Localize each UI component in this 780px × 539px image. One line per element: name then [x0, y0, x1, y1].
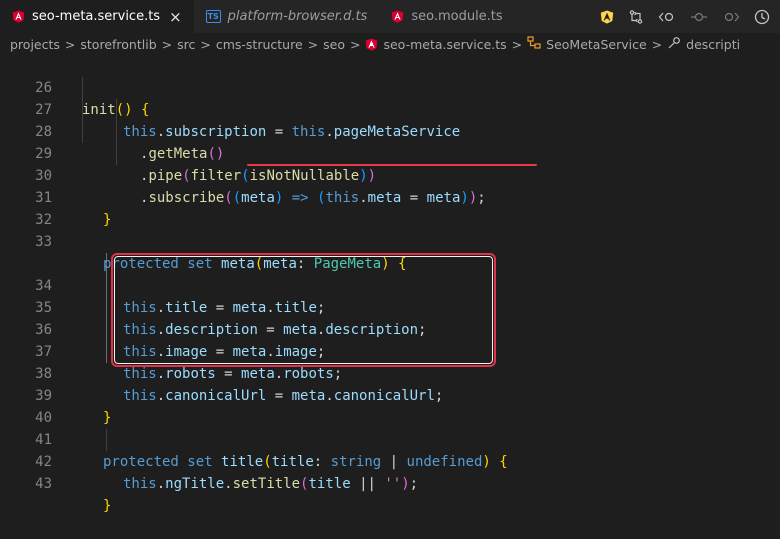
- timeline-icon[interactable]: [754, 9, 770, 25]
- code-line: 27 this.subscription = this.pageMetaServ…: [0, 77, 780, 140]
- editor-actions: [586, 0, 780, 33]
- code-line: 37 this.robots = meta.robots;: [0, 319, 780, 382]
- code-line: 41 protected set title(title: string | u…: [0, 407, 780, 470]
- code-text: }: [103, 498, 112, 514]
- breadcrumb-item-class[interactable]: SeoMetaService: [527, 36, 647, 52]
- code-token: ngTitle: [165, 476, 225, 492]
- breadcrumb-item-projects[interactable]: projects: [10, 37, 60, 52]
- code-line: 31 }: [0, 165, 780, 228]
- code-line: 36 this.image = meta.image;: [0, 297, 780, 360]
- tab-label: platform-browser.d.ts: [227, 9, 368, 24]
- code-line: 35 this.description = meta.description;: [0, 275, 780, 338]
- breadcrumb-separator: >: [161, 36, 173, 52]
- git-compare-icon[interactable]: [628, 9, 644, 25]
- code-line: 29 .pipe(filter(isNotNullable)): [0, 121, 780, 184]
- tab-platform-browser[interactable]: TS platform-browser.d.ts: [194, 0, 380, 33]
- code-line: 28 .getMeta(): [0, 99, 780, 162]
- code-line: 33 protected set meta(meta: PageMeta) {: [0, 209, 780, 272]
- breadcrumb-item-property[interactable]: descripti: [667, 36, 740, 53]
- breadcrumb-item-storefrontlib[interactable]: storefrontlib: [80, 37, 156, 52]
- breadcrumb-separator: >: [307, 36, 319, 52]
- breadcrumb-label: seo: [323, 36, 345, 52]
- angular-icon[interactable]: [600, 10, 614, 24]
- breadcrumb-label: SeoMetaService: [546, 36, 647, 52]
- close-icon[interactable]: ×: [169, 8, 182, 26]
- code-line: 34 this.title = meta.title;: [0, 253, 780, 316]
- tab-seo-meta-service[interactable]: seo-meta.service.ts ×: [0, 0, 194, 33]
- go-back-icon[interactable]: [658, 10, 676, 24]
- code-token: ): [401, 476, 410, 492]
- code-editor[interactable]: 26 init() { 27 this.subscription = this.…: [0, 55, 780, 514]
- breadcrumb-separator: >: [200, 36, 211, 52]
- line-number: 33: [35, 234, 52, 250]
- go-forward-icon[interactable]: [722, 10, 740, 24]
- code-token: ;: [409, 476, 419, 492]
- breadcrumb-item-src[interactable]: src: [177, 37, 195, 52]
- breadcrumb: projects > storefrontlib > src > cms-str…: [0, 33, 780, 55]
- angular-icon: [12, 10, 25, 23]
- breadcrumb-item-file[interactable]: seo-meta.service.ts: [365, 36, 507, 52]
- code-token: '': [384, 476, 402, 492]
- code-token: this: [123, 476, 157, 492]
- code-line: 43 }: [0, 451, 780, 514]
- editor-tab-bar: seo-meta.service.ts × TS platform-browse…: [0, 0, 780, 33]
- code-line: 39 }: [0, 363, 780, 426]
- tab-label: seo.module.ts: [411, 9, 503, 24]
- tab-seo-module[interactable]: seo.module.ts: [379, 0, 514, 33]
- code-text: this.ngTitle.setTitle(title || '');: [123, 473, 418, 495]
- code-token: setTitle: [232, 476, 301, 492]
- breadcrumb-item-seo[interactable]: seo: [323, 37, 345, 52]
- breadcrumb-item-cms-structure[interactable]: cms-structure: [216, 37, 303, 52]
- code-line: 42 this.ngTitle.setTitle(title || '');: [0, 429, 780, 492]
- breadcrumb-separator: >: [511, 36, 523, 52]
- wrench-icon: [667, 36, 681, 53]
- code-line: 38 this.canonicalUrl = meta.canonicalUrl…: [0, 341, 780, 404]
- line-number: 43: [35, 476, 52, 492]
- breadcrumb-label: cms-structure: [215, 36, 303, 52]
- breadcrumb-separator: >: [64, 36, 76, 52]
- breadcrumb-label: projects: [10, 36, 60, 52]
- breadcrumb-label: descripti: [686, 36, 741, 52]
- code-token: title: [308, 476, 351, 492]
- breadcrumb-label: seo-meta.service.ts: [383, 36, 507, 52]
- class-icon: [527, 36, 541, 52]
- tab-label: seo-meta.service.ts: [32, 9, 161, 24]
- breadcrumb-separator: >: [651, 36, 663, 52]
- breadcrumb-separator: >: [350, 36, 361, 52]
- breadcrumb-label: src: [177, 36, 196, 52]
- commit-icon[interactable]: [690, 10, 708, 24]
- angular-icon: [365, 38, 378, 51]
- code-line: 26 init() {: [0, 55, 780, 118]
- code-token: .: [156, 476, 166, 492]
- typescript-icon: TS: [205, 10, 221, 23]
- breadcrumb-label: storefrontlib: [80, 36, 157, 52]
- code-token: ||: [350, 476, 385, 492]
- code-token: .: [224, 476, 233, 492]
- angular-icon: [391, 10, 404, 23]
- code-line: 32: [0, 187, 780, 228]
- code-line: 30 .subscribe((meta) => (this.meta = met…: [0, 143, 780, 206]
- code-line: 40: [0, 385, 780, 426]
